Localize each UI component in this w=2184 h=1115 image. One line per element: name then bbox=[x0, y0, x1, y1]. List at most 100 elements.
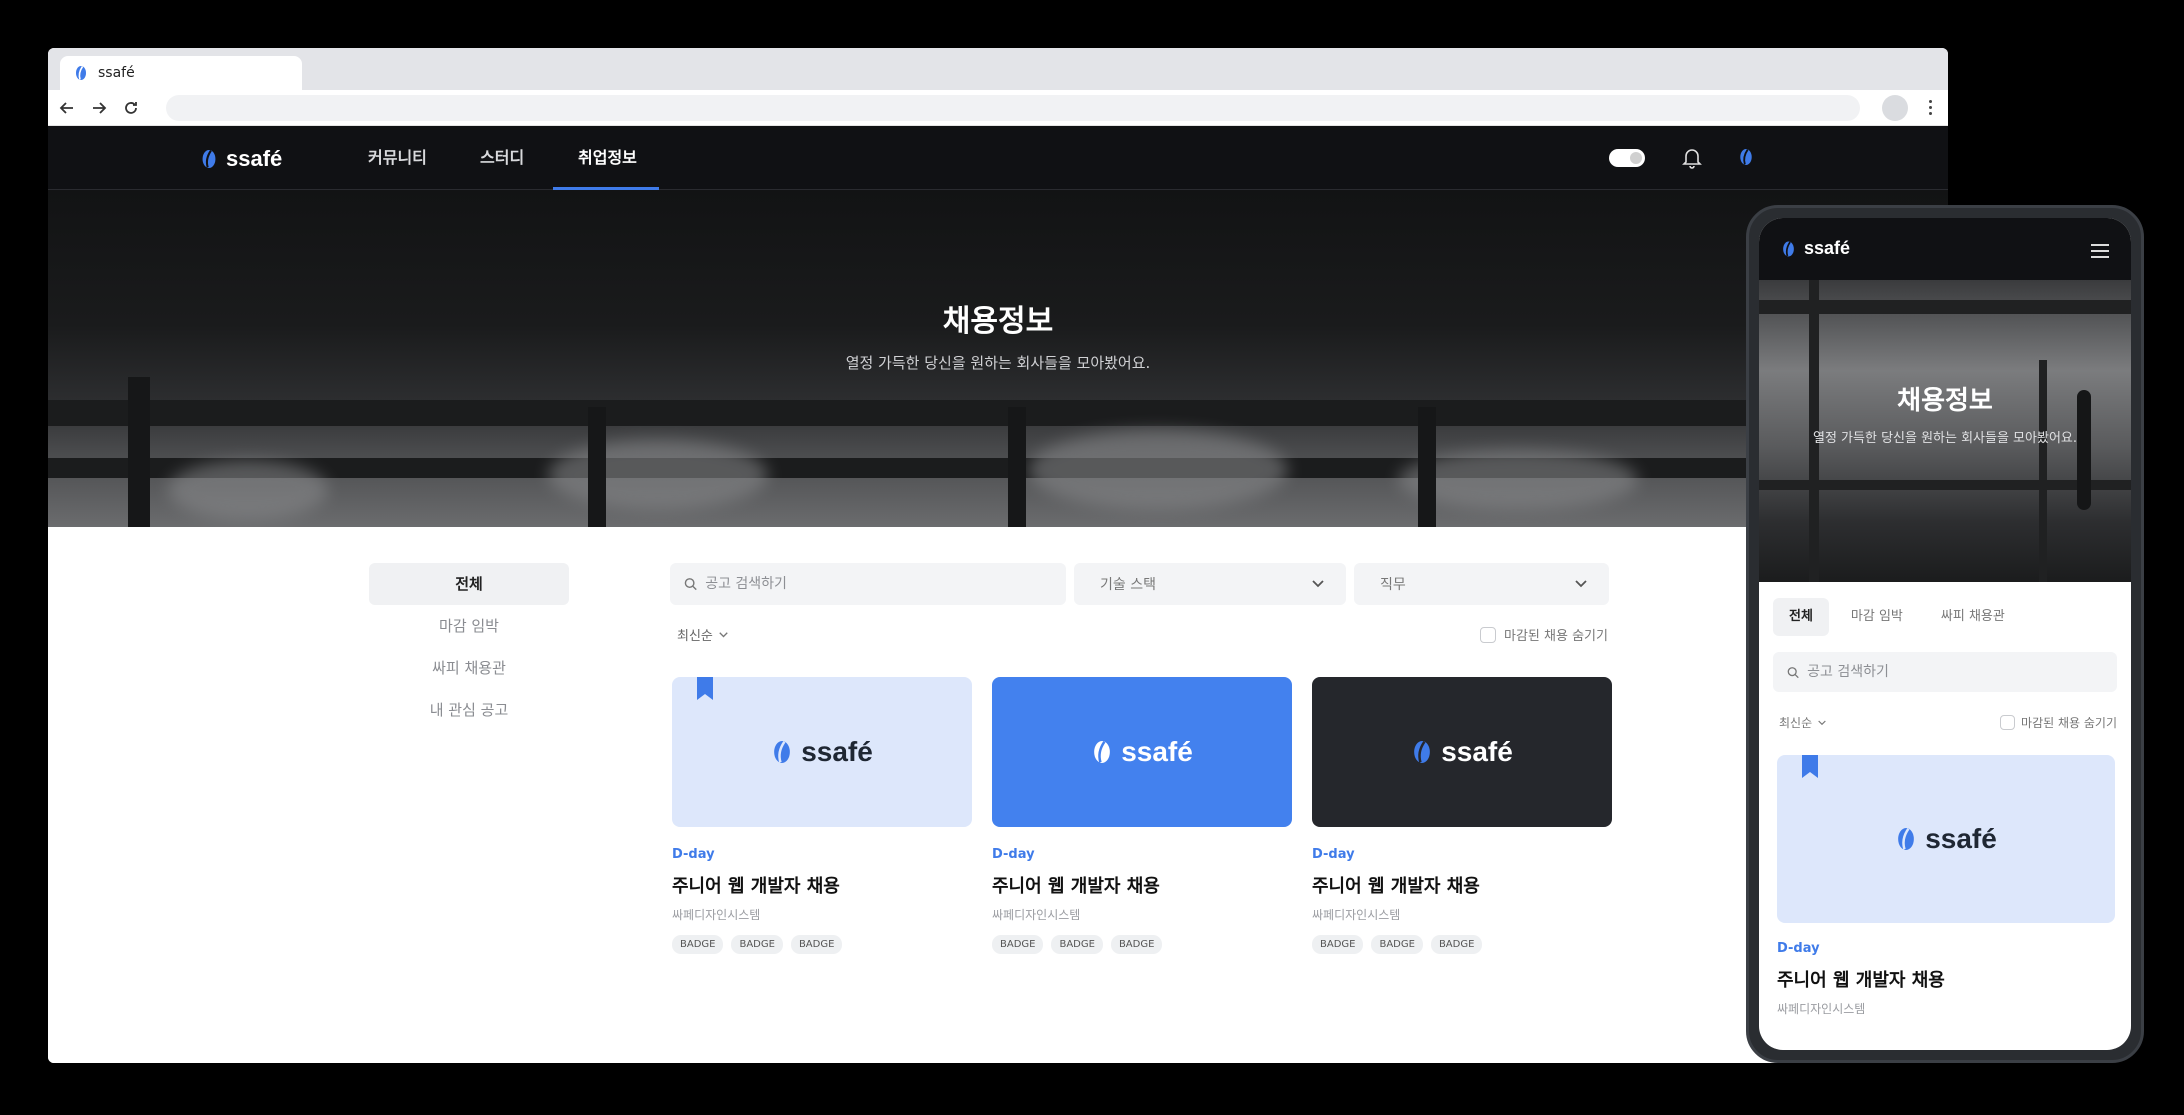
bookmark-icon[interactable] bbox=[1801, 755, 1819, 779]
reload-icon[interactable] bbox=[122, 99, 140, 117]
company-name: 싸페디자인시스템 bbox=[1312, 908, 1401, 922]
job-title: 주니어 웹 개발자 채용 bbox=[1312, 876, 1480, 897]
hide-closed-label: 마감된 채용 숨기기 bbox=[2021, 716, 2117, 730]
bookmark-icon[interactable] bbox=[696, 677, 714, 701]
back-arrow-icon[interactable] bbox=[58, 99, 76, 117]
company-name: 싸페디자인시스템 bbox=[672, 908, 761, 922]
search-input[interactable] bbox=[705, 576, 1052, 592]
card-thumbnail: ssafé bbox=[1312, 677, 1612, 827]
company-logo: ssafé bbox=[771, 736, 873, 768]
tab-closing-soon[interactable]: 마감 임박 bbox=[1835, 598, 1919, 636]
mobile-hide-closed-toggle[interactable]: 마감된 채용 숨기기 bbox=[2000, 714, 2117, 731]
bell-icon[interactable] bbox=[1682, 147, 1702, 173]
sort-dropdown[interactable]: 최신순 bbox=[677, 625, 728, 644]
sidebar-item-all[interactable]: 전체 bbox=[369, 563, 569, 605]
hide-closed-toggle[interactable]: 마감된 채용 숨기기 bbox=[1480, 625, 1608, 644]
tech-stack-label: 기술 스택 bbox=[1100, 577, 1156, 593]
job-card[interactable]: ssafé D-day 주니어 웹 개발자 채용 싸페디자인시스템 BADGE … bbox=[1312, 677, 1612, 954]
browser-profile-avatar[interactable] bbox=[1882, 94, 1908, 121]
logo-text: ssafé bbox=[226, 146, 283, 171]
forward-arrow-icon[interactable] bbox=[90, 99, 108, 117]
nav-study[interactable]: 스터디 bbox=[480, 126, 524, 190]
badge: BADGE bbox=[1051, 935, 1103, 954]
user-avatar[interactable] bbox=[1738, 147, 1754, 171]
company-logo-text: ssafé bbox=[1441, 736, 1513, 767]
job-title: 주니어 웹 개발자 채용 bbox=[672, 876, 840, 897]
company-logo: ssafé bbox=[1411, 736, 1513, 768]
mobile-sort-dropdown[interactable]: 최신순 bbox=[1779, 714, 1826, 731]
address-bar[interactable] bbox=[166, 94, 1860, 121]
job-card[interactable]: ssafé D-day 주니어 웹 개발자 채용 싸페디자인시스템 BADGE … bbox=[992, 677, 1292, 954]
coffee-bean-icon bbox=[774, 741, 791, 763]
site-logo[interactable]: ssafé bbox=[200, 146, 282, 172]
filter-bar: 기술 스택 직무 bbox=[670, 563, 1609, 605]
mobile-device: ssafé 채용정보 열정 가득한 당신을 원하는 회사들을 모아봤어요. 전체… bbox=[1746, 205, 2144, 1063]
browser-tab[interactable]: ssafé bbox=[60, 56, 302, 90]
browser-window: ssafé ssafé 커뮤니티 스터디 취업정보 채용정보 열정 가득한 당신… bbox=[48, 48, 1948, 1063]
hero-banner: 채용정보 열정 가득한 당신을 원하는 회사들을 모아봤어요. bbox=[48, 190, 1948, 527]
mobile-search-input[interactable] bbox=[1807, 664, 2103, 680]
job-select[interactable]: 직무 bbox=[1354, 563, 1609, 605]
nav-jobs[interactable]: 취업정보 bbox=[578, 126, 637, 190]
tab-all[interactable]: 전체 bbox=[1773, 598, 1829, 636]
badge-list: BADGE BADGE BADGE bbox=[672, 935, 972, 954]
chevron-down-icon bbox=[1575, 580, 1587, 588]
badge: BADGE bbox=[1430, 935, 1483, 954]
nav-community[interactable]: 커뮤니티 bbox=[368, 126, 427, 190]
mobile-site-logo[interactable]: ssafé bbox=[1781, 238, 1850, 259]
dday-label: D-day bbox=[1777, 941, 1820, 956]
badge: BADGE bbox=[1110, 935, 1163, 954]
mobile-search-box[interactable] bbox=[1773, 652, 2117, 692]
company-logo-text: ssafé bbox=[801, 736, 873, 767]
company-name: 싸페디자인시스템 bbox=[992, 908, 1081, 922]
coffee-bean-icon bbox=[1414, 741, 1431, 763]
badge: BADGE bbox=[731, 935, 783, 954]
company-logo-text: ssafé bbox=[1925, 823, 1997, 854]
mobile-hero-banner: 채용정보 열정 가득한 당신을 원하는 회사들을 모아봤어요. bbox=[1759, 280, 2131, 582]
dday-label: D-day bbox=[672, 847, 715, 862]
browser-toolbar bbox=[48, 90, 1948, 126]
badge: BADGE bbox=[1371, 935, 1423, 954]
sidebar-item-ssafy-recruit[interactable]: 싸피 채용관 bbox=[369, 647, 569, 689]
mobile-category-tabs: 전체 마감 임박 싸피 채용관 bbox=[1759, 582, 2131, 636]
tab-strip: ssafé bbox=[48, 48, 1948, 90]
company-logo-text: ssafé bbox=[1121, 736, 1193, 767]
hero-subtitle: 열정 가득한 당신을 원하는 회사들을 모아봤어요. bbox=[845, 354, 1151, 372]
mobile-screen: ssafé 채용정보 열정 가득한 당신을 원하는 회사들을 모아봤어요. 전체… bbox=[1759, 218, 2131, 1050]
chevron-down-icon bbox=[1818, 720, 1826, 725]
tech-stack-select[interactable]: 기술 스택 bbox=[1074, 563, 1346, 605]
mobile-job-card[interactable]: ssafé D-day 주니어 웹 개발자 채용 싸페디자인시스템 bbox=[1777, 755, 2115, 1017]
company-name: 싸페디자인시스템 bbox=[1777, 1002, 1866, 1016]
badge: BADGE bbox=[790, 935, 843, 954]
dday-label: D-day bbox=[1312, 847, 1355, 862]
hide-closed-checkbox[interactable] bbox=[1480, 626, 1496, 643]
site-header: ssafé 커뮤니티 스터디 취업정보 bbox=[48, 126, 1948, 190]
tab-title: ssafé bbox=[98, 65, 135, 81]
search-icon bbox=[1787, 666, 1799, 678]
badge-list: BADGE BADGE BADGE bbox=[992, 935, 1292, 954]
badge: BADGE bbox=[672, 935, 724, 954]
web-page: ssafé 커뮤니티 스터디 취업정보 채용정보 열정 가득한 당신을 원하는 … bbox=[48, 126, 1948, 1063]
badge: BADGE bbox=[1312, 935, 1364, 954]
browser-menu-icon[interactable] bbox=[1922, 100, 1938, 115]
sort-label: 최신순 bbox=[1779, 716, 1813, 730]
hero-image bbox=[48, 400, 1948, 426]
hamburger-menu-icon[interactable] bbox=[2091, 244, 2109, 258]
mobile-hero-title: 채용정보 bbox=[1897, 386, 1993, 416]
search-icon bbox=[684, 578, 697, 591]
mobile-header: ssafé bbox=[1759, 218, 2131, 280]
chevron-down-icon bbox=[1312, 580, 1324, 588]
sort-label: 최신순 bbox=[677, 629, 713, 644]
coffee-bean-icon bbox=[1898, 828, 1915, 850]
coffee-bean-icon bbox=[1094, 741, 1111, 763]
search-box[interactable] bbox=[670, 563, 1066, 605]
card-thumbnail: ssafé bbox=[672, 677, 972, 827]
sidebar-item-saved[interactable]: 내 관심 공고 bbox=[369, 689, 569, 731]
tab-ssafy-recruit[interactable]: 싸피 채용관 bbox=[1925, 598, 2021, 636]
mobile-hide-closed-checkbox[interactable] bbox=[2000, 715, 2016, 730]
theme-toggle[interactable] bbox=[1609, 149, 1645, 167]
badge-list: BADGE BADGE BADGE bbox=[1312, 935, 1612, 954]
job-card[interactable]: ssafé D-day 주니어 웹 개발자 채용 싸페디자인시스템 BADGE … bbox=[672, 677, 972, 954]
mobile-hero-subtitle: 열정 가득한 당신을 원하는 회사들을 모아봤어요. bbox=[1813, 431, 2077, 446]
sidebar-item-closing-soon[interactable]: 마감 임박 bbox=[369, 605, 569, 647]
